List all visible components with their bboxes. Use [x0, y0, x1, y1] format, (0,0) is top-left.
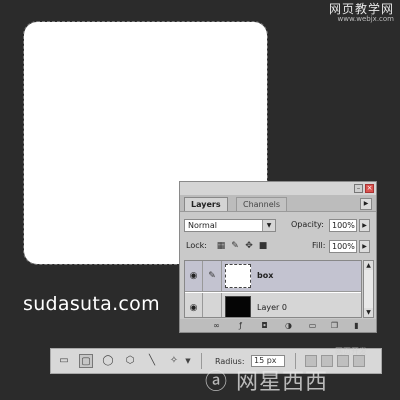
close-icon[interactable]: ×: [365, 184, 374, 193]
rectangle-tool-icon[interactable]: ▭: [57, 354, 71, 368]
brush-cell[interactable]: [203, 293, 222, 317]
trash-icon[interactable]: ▮: [352, 321, 361, 330]
lock-row: Lock: ▦ ✎ ✥ ■ Fill: 100% ▶: [184, 240, 374, 254]
line-tool-icon[interactable]: ╲: [145, 354, 159, 368]
fill-arrow-icon[interactable]: ▶: [359, 240, 370, 253]
checkerboard-icon[interactable]: ▦: [216, 241, 226, 251]
watermark-url: www.webjx.com: [337, 15, 395, 23]
layer-name: Layer 0: [257, 303, 287, 312]
eye-icon[interactable]: ◉: [185, 293, 203, 317]
layers-scrollbar[interactable]: ▲ ▼: [363, 260, 374, 318]
scroll-down-icon[interactable]: ▼: [364, 308, 373, 317]
blend-mode-value: Normal: [188, 221, 217, 230]
chevron-down-icon[interactable]: ▼: [183, 354, 193, 368]
scroll-up-icon[interactable]: ▲: [364, 261, 373, 270]
layer-thumbnail: [225, 264, 251, 288]
folder-icon[interactable]: ▭: [308, 321, 317, 330]
watermark-bottom-mark: ⓐ 网星西西: [205, 370, 328, 395]
brush-icon[interactable]: ✎: [203, 261, 222, 292]
watermark-bottom-small: 网页开发: [335, 347, 367, 356]
lock-label: Lock:: [186, 241, 207, 250]
ellipse-tool-icon[interactable]: ◯: [101, 354, 115, 368]
panel-tabs: Layers Channels ▶: [180, 195, 376, 212]
minimize-icon[interactable]: –: [354, 184, 363, 193]
polygon-tool-icon[interactable]: ⬡: [123, 354, 137, 368]
opacity-field[interactable]: 100%: [329, 219, 357, 232]
brand-text: sudasuta.com: [23, 293, 160, 315]
fill-field[interactable]: 100%: [329, 240, 357, 253]
brush-icon[interactable]: ✎: [230, 241, 240, 251]
eye-icon[interactable]: ◉: [185, 261, 203, 292]
fill-label: Fill:: [312, 241, 326, 250]
opacity-label: Opacity:: [291, 220, 324, 229]
custom-shape-tool-icon[interactable]: ✧: [167, 354, 181, 368]
tab-channels[interactable]: Channels: [236, 197, 288, 211]
tab-layers[interactable]: Layers: [184, 197, 228, 211]
watermark-chinese: 网页教学网: [328, 2, 394, 16]
watermark-top: 网页教学网 www.webjx.com: [329, 3, 394, 23]
new-layer-icon[interactable]: ❐: [330, 321, 339, 330]
blend-row: Normal ▼ Opacity: 100% ▶: [184, 219, 374, 233]
layer-thumbnail: [225, 296, 251, 317]
panel-footer: ∞ ƒ ◘ ◑ ▭ ❐ ▮: [180, 319, 376, 332]
mask-icon[interactable]: ◘: [260, 321, 269, 330]
layers-list: ◉ ✎ box ◉ Layer 0: [184, 260, 362, 318]
opacity-arrow-icon[interactable]: ▶: [359, 219, 370, 232]
layer-name: box: [257, 271, 274, 280]
chevron-down-icon: ▼: [262, 220, 275, 231]
adjustment-icon[interactable]: ◑: [284, 321, 293, 330]
rounded-rectangle-tool-icon[interactable]: ▢: [79, 354, 93, 368]
layer-row-layer0[interactable]: ◉ Layer 0: [185, 293, 361, 317]
blend-mode-select[interactable]: Normal ▼: [184, 219, 276, 232]
layers-panel: – × Layers Channels ▶ Normal ▼ Opacity: …: [179, 181, 377, 333]
panel-menu-arrow-icon[interactable]: ▶: [360, 198, 372, 210]
move-icon[interactable]: ✥: [244, 241, 254, 251]
lock-icon[interactable]: ■: [258, 241, 268, 251]
layer-style-icon[interactable]: ƒ: [236, 321, 245, 330]
panel-titlebar[interactable]: – ×: [180, 182, 376, 195]
toolbar-divider: [201, 353, 202, 369]
layer-row-box[interactable]: ◉ ✎ box: [185, 261, 361, 292]
link-icon[interactable]: ∞: [212, 321, 221, 330]
